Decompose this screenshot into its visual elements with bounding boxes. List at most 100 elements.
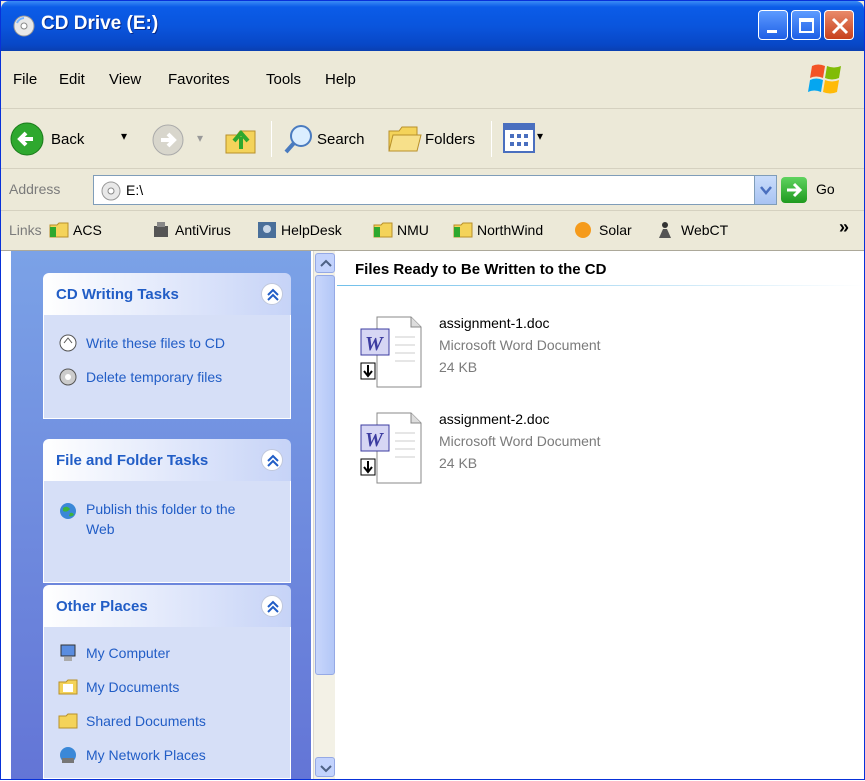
cd-drive-icon bbox=[101, 181, 121, 201]
file-type: Microsoft Word Document bbox=[439, 337, 601, 353]
toolbar-separator bbox=[271, 121, 272, 157]
toolbar-separator bbox=[491, 121, 492, 157]
file-name: assignment-1.doc bbox=[439, 315, 550, 331]
my-computer-icon bbox=[60, 644, 76, 661]
minimize-button[interactable] bbox=[758, 10, 788, 40]
folder-icon bbox=[373, 222, 393, 238]
close-button[interactable] bbox=[824, 10, 854, 40]
folder-icon bbox=[453, 222, 473, 238]
links-more-chevron[interactable]: » bbox=[839, 217, 849, 238]
antivirus-icon bbox=[154, 222, 168, 237]
double-chevron-up-icon bbox=[267, 288, 279, 301]
menu-favorites[interactable]: Favorites bbox=[168, 71, 230, 88]
webct-icon bbox=[659, 222, 671, 238]
address-label: Address bbox=[9, 181, 61, 197]
minimize-icon bbox=[767, 30, 777, 33]
go-label[interactable]: Go bbox=[816, 181, 835, 197]
menu-tools[interactable]: Tools bbox=[266, 71, 301, 88]
place-shared-documents[interactable]: Shared Documents bbox=[86, 711, 206, 731]
panel-body: Publish this folder to the Web bbox=[43, 481, 291, 583]
content-area: CD Writing Tasks Write these files to CD… bbox=[1, 251, 864, 779]
cd-drive-icon bbox=[13, 15, 35, 37]
panel-header[interactable]: CD Writing Tasks bbox=[43, 273, 291, 315]
folders-button[interactable]: Folders bbox=[385, 115, 485, 163]
menu-view[interactable]: View bbox=[109, 71, 141, 88]
word-document-icon: W bbox=[360, 412, 422, 484]
solar-icon bbox=[575, 222, 591, 238]
forward-dropdown-arrow[interactable]: ▾ bbox=[197, 131, 203, 145]
link-nmu[interactable]: NMU bbox=[397, 222, 429, 238]
file-item[interactable]: W assignment-2.doc Microsoft Word Docume… bbox=[359, 411, 779, 491]
double-chevron-up-icon bbox=[267, 454, 279, 467]
address-dropdown-button[interactable] bbox=[754, 176, 776, 204]
task-publish-folder-to-web[interactable]: Publish this folder to the Web bbox=[86, 499, 256, 539]
file-size: 24 KB bbox=[439, 455, 478, 471]
back-button[interactable]: Back ▾ bbox=[7, 115, 147, 163]
file-type: Microsoft Word Document bbox=[439, 433, 601, 449]
scroll-down-button[interactable] bbox=[315, 757, 335, 777]
link-helpdesk[interactable]: HelpDesk bbox=[281, 222, 342, 238]
collapse-button[interactable] bbox=[261, 595, 283, 617]
menu-help[interactable]: Help bbox=[325, 71, 356, 88]
panel-other-places: Other Places My Computer My Documents Sh… bbox=[43, 585, 291, 779]
double-chevron-up-icon bbox=[267, 600, 279, 613]
place-my-network-places[interactable]: My Network Places bbox=[86, 745, 206, 765]
go-arrow-icon bbox=[787, 182, 803, 198]
collapse-button[interactable] bbox=[261, 449, 283, 471]
links-label: Links bbox=[9, 222, 42, 238]
up-folder-icon[interactable] bbox=[223, 121, 259, 157]
my-documents-icon bbox=[58, 679, 78, 695]
write-cd-icon bbox=[59, 334, 77, 352]
maximize-icon bbox=[799, 18, 814, 33]
menu-file[interactable]: File bbox=[13, 71, 37, 88]
network-places-icon bbox=[60, 747, 76, 763]
panel-cd-writing-tasks: CD Writing Tasks Write these files to CD… bbox=[43, 273, 291, 419]
file-item[interactable]: W assignment-1.doc Microsoft Word Docume… bbox=[359, 315, 779, 395]
panel-body: My Computer My Documents Shared Document… bbox=[43, 627, 291, 779]
menu-bar: File Edit View Favorites Tools Help bbox=[1, 51, 864, 109]
place-my-computer[interactable]: My Computer bbox=[86, 643, 170, 663]
views-button[interactable]: ▾ bbox=[501, 119, 561, 159]
task-write-files-to-cd[interactable]: Write these files to CD bbox=[86, 333, 225, 353]
task-delete-temporary-files[interactable]: Delete temporary files bbox=[86, 367, 222, 387]
panel-title: File and Folder Tasks bbox=[56, 452, 209, 469]
link-solar[interactable]: Solar bbox=[599, 222, 632, 238]
group-header: Files Ready to Be Written to the CD bbox=[355, 261, 607, 278]
close-icon bbox=[831, 17, 849, 35]
maximize-button[interactable] bbox=[791, 10, 821, 40]
helpdesk-icon bbox=[258, 222, 276, 238]
place-my-documents[interactable]: My Documents bbox=[86, 677, 179, 697]
menu-edit[interactable]: Edit bbox=[59, 71, 85, 88]
views-icon bbox=[503, 123, 535, 153]
collapse-button[interactable] bbox=[261, 283, 283, 305]
back-dropdown-arrow[interactable]: ▾ bbox=[121, 129, 127, 143]
go-button[interactable] bbox=[781, 177, 807, 203]
svg-text:W: W bbox=[365, 333, 384, 355]
panel-header[interactable]: File and Folder Tasks bbox=[43, 439, 291, 481]
views-dropdown-arrow[interactable]: ▾ bbox=[537, 129, 543, 143]
panel-body: Write these files to CD Delete temporary… bbox=[43, 315, 291, 419]
scroll-up-button[interactable] bbox=[315, 253, 335, 273]
window-title: CD Drive (E:) bbox=[41, 13, 159, 34]
links-bar: Links ACS AntiVirus HelpDesk NMU NorthWi… bbox=[1, 211, 864, 251]
task-pane: CD Writing Tasks Write these files to CD… bbox=[11, 251, 311, 779]
link-northwind[interactable]: NorthWind bbox=[477, 222, 543, 238]
file-size: 24 KB bbox=[439, 359, 478, 375]
title-bar[interactable]: CD Drive (E:) bbox=[1, 1, 864, 51]
search-button[interactable]: Search bbox=[279, 115, 379, 163]
panel-header[interactable]: Other Places bbox=[43, 585, 291, 627]
folders-label: Folders bbox=[425, 131, 476, 148]
forward-button[interactable]: ▾ bbox=[149, 115, 209, 163]
back-arrow-icon bbox=[10, 122, 44, 156]
chevron-up-icon bbox=[320, 259, 332, 267]
file-list-view: Files Ready to Be Written to the CD W as… bbox=[337, 251, 864, 779]
task-pane-scrollbar[interactable] bbox=[313, 251, 335, 779]
scroll-thumb[interactable] bbox=[315, 275, 335, 675]
address-input[interactable]: E:\ bbox=[93, 175, 777, 205]
group-divider bbox=[337, 285, 864, 286]
link-acs[interactable]: ACS bbox=[73, 222, 102, 238]
link-webct[interactable]: WebCT bbox=[681, 222, 728, 238]
link-antivirus[interactable]: AntiVirus bbox=[175, 222, 231, 238]
file-name: assignment-2.doc bbox=[439, 411, 550, 427]
shared-folder-icon bbox=[58, 713, 78, 729]
